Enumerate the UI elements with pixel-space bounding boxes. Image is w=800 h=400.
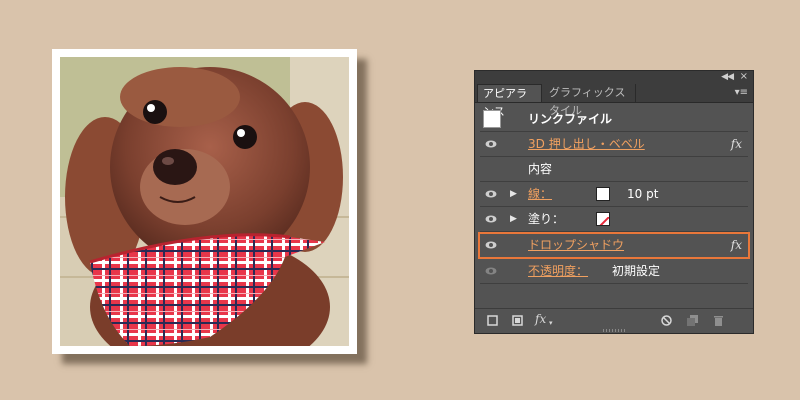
panel-bottom-toolbar: fx ▾: [475, 308, 753, 333]
clear-appearance-icon[interactable]: [661, 315, 672, 328]
panel-menu-icon[interactable]: ▾≡: [735, 87, 748, 98]
expand-arrow-icon[interactable]: ▶: [510, 207, 517, 231]
panel-tabbar: アピアランス グラフィックスタイル ▾≡: [475, 84, 753, 118]
tab-graphic-styles[interactable]: グラフィックスタイル: [544, 84, 636, 117]
row-contents[interactable]: 内容: [480, 157, 748, 182]
visibility-eye-icon[interactable]: [485, 266, 497, 276]
add-new-effect-fx-icon[interactable]: fx: [535, 313, 546, 325]
trash-icon[interactable]: [713, 315, 724, 328]
panel-titlebar: ◀◀ ×: [475, 71, 753, 84]
visibility-eye-icon[interactable]: [485, 139, 497, 149]
fx-icon[interactable]: fx: [731, 132, 742, 156]
photo-frame: [52, 49, 357, 354]
effect-link-drop-shadow[interactable]: ドロップシャドウ: [528, 234, 624, 257]
close-icon[interactable]: ×: [740, 71, 748, 82]
fill-label: 塗り：: [528, 212, 565, 226]
row-opacity[interactable]: 不透明度： 初期設定: [480, 259, 748, 284]
tab-appearance[interactable]: アピアランス: [477, 84, 542, 118]
fill-none-swatch[interactable]: [596, 212, 610, 226]
stroke-label[interactable]: 線：: [528, 182, 552, 206]
opacity-label[interactable]: 不透明度：: [528, 259, 588, 283]
add-new-fill-icon[interactable]: [512, 315, 523, 328]
fx-icon[interactable]: fx: [731, 234, 742, 257]
row-fill[interactable]: ▶ 塗り：: [480, 207, 748, 232]
contents-label: 内容: [528, 162, 553, 176]
resize-grip[interactable]: [603, 329, 625, 332]
row-drop-shadow[interactable]: ドロップシャドウ fx: [478, 232, 750, 259]
stroke-color-swatch[interactable]: [596, 187, 610, 201]
expand-arrow-icon[interactable]: ▶: [510, 182, 517, 206]
row-3d-extrude-bevel[interactable]: 3D 押し出し・ベベル fx: [480, 132, 748, 157]
row-stroke[interactable]: ▶ 線： 10 pt: [480, 182, 748, 207]
object-thumbnail: [483, 110, 501, 128]
visibility-eye-icon[interactable]: [485, 214, 497, 224]
visibility-eye-icon[interactable]: [485, 240, 497, 250]
appearance-panel: ◀◀ × アピアランス グラフィックスタイル ▾≡ リンクファイル 3D 押し出…: [474, 70, 754, 334]
dog-photo: [60, 57, 349, 346]
opacity-value: 初期設定: [612, 264, 661, 278]
collapse-icon[interactable]: ◀◀: [721, 72, 734, 82]
effect-link-3d-bevel[interactable]: 3D 押し出し・ベベル: [528, 132, 645, 156]
visibility-eye-icon[interactable]: [485, 189, 497, 199]
row-linked-file[interactable]: リンクファイル: [480, 107, 748, 132]
add-new-stroke-icon[interactable]: [487, 315, 498, 328]
duplicate-item-icon[interactable]: [687, 315, 698, 328]
appearance-list: リンクファイル 3D 押し出し・ベベル fx 内容 ▶ 線： 10 pt ▶ 塗…: [478, 107, 750, 284]
object-type-label: リンクファイル: [528, 112, 613, 126]
stroke-weight-value[interactable]: 10 pt: [627, 182, 658, 206]
chevron-down-icon[interactable]: ▾: [549, 318, 553, 329]
